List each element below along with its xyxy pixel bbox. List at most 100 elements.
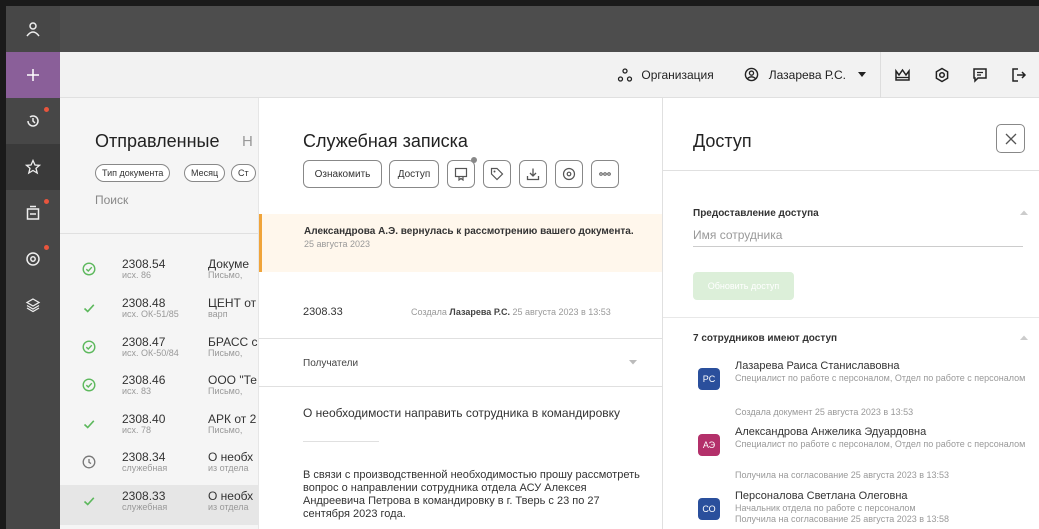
divider bbox=[663, 317, 1039, 318]
item-number: 2308.40 bbox=[122, 412, 166, 426]
organization-label: Организация bbox=[641, 67, 714, 82]
user-name: Лазарева Раиса Станиславовна bbox=[735, 360, 900, 372]
approval-button[interactable] bbox=[447, 157, 477, 188]
organization-icon bbox=[618, 67, 633, 82]
recipients-header[interactable]: Получатели bbox=[303, 358, 358, 369]
check-icon bbox=[82, 494, 96, 508]
access-button[interactable]: Доступ bbox=[389, 160, 439, 188]
item-subnumber: исх. ОК-50/84 bbox=[122, 348, 179, 358]
account-icon bbox=[744, 67, 759, 82]
more-button[interactable] bbox=[591, 160, 619, 188]
list-item[interactable]: 2308.54 исх. 86 Докуме Письмо, bbox=[60, 253, 258, 293]
access-user: АЭ Александрова Анжелика Эдуардовна Спец… bbox=[693, 426, 1033, 486]
approval-icon bbox=[454, 167, 468, 181]
item-subtitle: Письмо, bbox=[208, 348, 243, 358]
settings-button[interactable] bbox=[923, 52, 961, 98]
check-circle-icon bbox=[82, 340, 96, 354]
top-bar bbox=[60, 6, 1039, 52]
user-name: Персоналова Светлана Олеговна bbox=[735, 490, 908, 502]
check-circle-icon bbox=[82, 378, 96, 392]
item-title: Докуме bbox=[208, 257, 250, 271]
inbox-button[interactable] bbox=[6, 190, 60, 236]
tag-icon bbox=[490, 167, 504, 181]
familiarize-button[interactable]: Ознакомить bbox=[303, 160, 382, 188]
caret-down-icon bbox=[858, 71, 866, 77]
list-title[interactable]: Отправленные bbox=[95, 131, 220, 152]
item-number: 2308.34 bbox=[122, 450, 166, 464]
user-name: Александрова Анжелика Эдуардовна bbox=[735, 426, 927, 438]
chevron-down-icon[interactable] bbox=[629, 360, 637, 365]
download-button[interactable] bbox=[519, 160, 547, 188]
view-button[interactable] bbox=[555, 160, 583, 188]
item-number: 2308.33 bbox=[122, 489, 166, 503]
message-icon bbox=[973, 67, 987, 83]
avatar: СО bbox=[698, 498, 720, 520]
list-item[interactable]: 2308.40 исх. 78 АРК от 2 Письмо, bbox=[60, 408, 258, 448]
download-icon bbox=[526, 168, 540, 181]
chevron-up-icon[interactable] bbox=[1020, 210, 1028, 215]
item-number: 2308.47 bbox=[122, 335, 166, 349]
sidebar bbox=[6, 6, 60, 529]
item-title: ЦЕНТ от bbox=[208, 296, 257, 310]
user-action: Получила на согласование 25 августа 2023… bbox=[735, 514, 950, 524]
user-icon bbox=[26, 22, 40, 37]
list-item[interactable]: 2308.48 исх. ОК-51/85 ЦЕНТ от варп bbox=[60, 292, 258, 332]
item-subtitle: из отдела bbox=[208, 463, 249, 473]
list-tab-next[interactable]: Н bbox=[242, 133, 253, 150]
grant-access-header[interactable]: Предоставление доступа bbox=[693, 208, 819, 219]
filter-chip-month[interactable]: Месяц bbox=[184, 164, 226, 182]
gear-icon bbox=[935, 67, 949, 82]
app-window: Организация Лазарева Р.С. Отправленные Н… bbox=[6, 6, 1039, 529]
check-icon bbox=[82, 417, 96, 431]
tag-button[interactable] bbox=[483, 160, 511, 188]
more-icon bbox=[599, 172, 611, 176]
check-icon bbox=[82, 301, 96, 315]
divider bbox=[60, 233, 258, 234]
history-button[interactable] bbox=[6, 98, 60, 144]
list-item[interactable]: 2308.46 исх. 83 ООО "Те Письмо, bbox=[60, 369, 258, 409]
favorites-button[interactable] bbox=[6, 144, 60, 190]
item-title: БРАСС с bbox=[208, 335, 258, 349]
search-input[interactable]: Поиск bbox=[95, 193, 128, 207]
divider bbox=[303, 441, 379, 442]
toolbar: Организация Лазарева Р.С. bbox=[60, 51, 1039, 98]
item-number: 2308.54 bbox=[122, 257, 166, 271]
item-title: О необх bbox=[208, 489, 254, 503]
list-item[interactable]: 2308.34 служебная О необх из отдела bbox=[60, 446, 258, 486]
support-button[interactable] bbox=[6, 236, 60, 282]
avatar: РС bbox=[698, 368, 720, 390]
notification-dot bbox=[44, 107, 49, 112]
crown-icon bbox=[894, 68, 910, 81]
item-subnumber: служебная bbox=[122, 463, 168, 473]
filter-chip-doc-type[interactable]: Тип документа bbox=[95, 164, 171, 182]
avatar: АЭ bbox=[698, 434, 720, 456]
users-with-access-header[interactable]: 7 сотрудников имеют доступ bbox=[693, 333, 837, 344]
item-subtitle: Письмо, bbox=[208, 270, 243, 280]
messages-button[interactable] bbox=[961, 52, 999, 98]
close-button[interactable] bbox=[996, 124, 1025, 153]
documents-list-panel: Отправленные Н Тип документа Месяц Ст По… bbox=[60, 98, 259, 529]
document-title: Служебная записка bbox=[303, 131, 468, 151]
logout-button[interactable] bbox=[999, 52, 1039, 98]
user-menu[interactable]: Лазарева Р.С. bbox=[726, 52, 880, 98]
divider bbox=[259, 338, 662, 339]
filter-chip-status[interactable]: Ст bbox=[231, 164, 256, 182]
chevron-up-icon[interactable] bbox=[1020, 335, 1028, 340]
access-user: СО Персоналова Светлана Олеговна Начальн… bbox=[693, 490, 1033, 529]
profile-button[interactable] bbox=[6, 6, 60, 52]
document-created: Создала Лазарева Р.С. 25 августа 2023 в … bbox=[411, 307, 611, 317]
return-notice: Александрова А.Э. вернулась к рассмотрен… bbox=[259, 214, 662, 272]
create-button[interactable] bbox=[6, 52, 60, 98]
user-position: Начальник отдела по работе с персоналом bbox=[735, 503, 916, 513]
organization-selector[interactable]: Организация bbox=[605, 52, 725, 98]
input-underline bbox=[693, 246, 1023, 247]
list-item[interactable]: 2308.33 служебная О необх из отдела bbox=[60, 485, 258, 525]
crown-button[interactable] bbox=[881, 52, 923, 98]
item-subnumber: исх. 86 bbox=[122, 270, 152, 280]
update-access-button[interactable]: Обновить доступ bbox=[693, 272, 794, 300]
clock-icon bbox=[82, 455, 96, 469]
employee-name-input[interactable]: Имя сотрудника bbox=[693, 228, 782, 242]
layers-button[interactable] bbox=[6, 282, 60, 328]
list-item[interactable]: 2308.47 исх. ОК-50/84 БРАСС с Письмо, bbox=[60, 331, 258, 371]
close-icon bbox=[1005, 133, 1016, 144]
